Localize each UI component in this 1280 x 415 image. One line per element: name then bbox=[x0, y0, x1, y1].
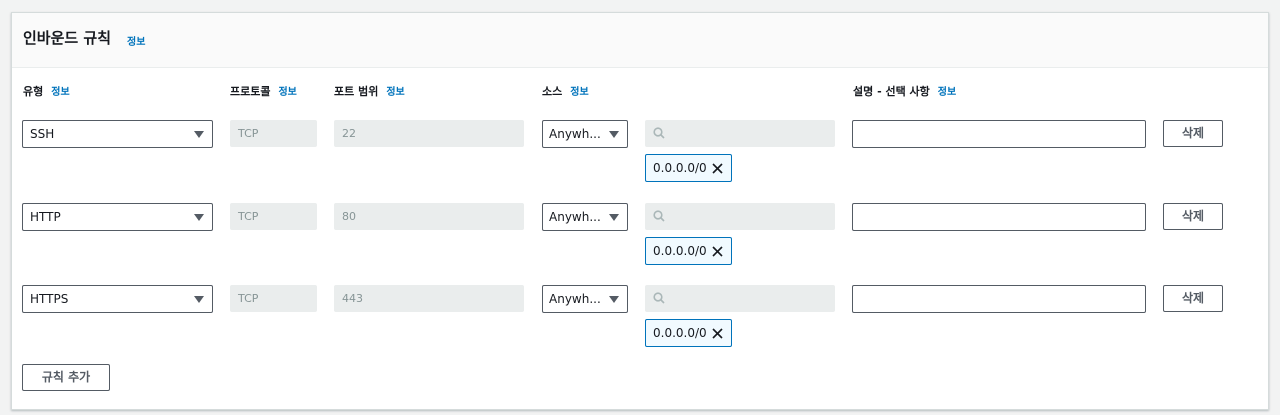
delete-button[interactable]: 삭제 bbox=[1163, 203, 1223, 230]
search-icon bbox=[653, 292, 665, 304]
description-input[interactable] bbox=[852, 120, 1146, 148]
type-select[interactable]: HTTP bbox=[22, 203, 213, 231]
close-icon[interactable] bbox=[712, 246, 723, 257]
column-header-source: 소스 정보 bbox=[542, 83, 589, 99]
add-rule-button[interactable]: 규칙 추가 bbox=[22, 364, 110, 391]
search-icon bbox=[653, 127, 665, 139]
caret-down-icon bbox=[194, 131, 204, 138]
cidr-search-input[interactable] bbox=[645, 120, 835, 147]
port-range-info-link[interactable]: 정보 bbox=[386, 87, 404, 98]
close-icon[interactable] bbox=[712, 328, 723, 339]
source-select[interactable]: Anywh... bbox=[542, 120, 628, 148]
port-range-field: 22 bbox=[334, 120, 524, 147]
source-select-value: Anywh... bbox=[549, 210, 601, 224]
caret-down-icon bbox=[609, 214, 619, 221]
column-label-source: 소스 bbox=[542, 85, 563, 98]
column-label-type: 유형 bbox=[23, 85, 44, 98]
protocol-field: TCP bbox=[230, 203, 317, 230]
type-select[interactable]: HTTPS bbox=[22, 285, 213, 313]
panel-title: 인바운드 규칙 bbox=[23, 29, 112, 47]
column-header-type: 유형 정보 bbox=[23, 83, 70, 99]
caret-down-icon bbox=[609, 296, 619, 303]
description-input[interactable] bbox=[852, 285, 1146, 313]
type-select-value: HTTP bbox=[30, 210, 61, 224]
column-label-protocol: 프로토콜 bbox=[230, 85, 271, 98]
caret-down-icon bbox=[609, 131, 619, 138]
caret-down-icon bbox=[194, 296, 204, 303]
column-header-protocol: 프로토콜 정보 bbox=[230, 83, 297, 99]
source-select[interactable]: Anywh... bbox=[542, 203, 628, 231]
cidr-search-input[interactable] bbox=[645, 285, 835, 312]
type-select-value: SSH bbox=[30, 127, 55, 141]
cidr-token-label: 0.0.0.0/0 bbox=[653, 161, 707, 175]
source-select[interactable]: Anywh... bbox=[542, 285, 628, 313]
description-input[interactable] bbox=[852, 203, 1146, 231]
type-select-value: HTTPS bbox=[30, 292, 69, 306]
delete-button[interactable]: 삭제 bbox=[1163, 120, 1223, 147]
cidr-search-input[interactable] bbox=[645, 203, 835, 230]
protocol-field: TCP bbox=[230, 285, 317, 312]
protocol-field: TCP bbox=[230, 120, 317, 147]
close-icon[interactable] bbox=[712, 163, 723, 174]
source-info-link[interactable]: 정보 bbox=[570, 87, 588, 98]
cidr-token: 0.0.0.0/0 bbox=[645, 237, 732, 265]
cidr-token: 0.0.0.0/0 bbox=[645, 319, 732, 347]
cidr-token-label: 0.0.0.0/0 bbox=[653, 326, 707, 340]
inbound-rules-panel: 인바운드 규칙 정보 유형 정보 프로토콜 정보 포트 범위 정보 소스 정보 설명 -… bbox=[11, 12, 1269, 410]
title-info-link[interactable]: 정보 bbox=[127, 33, 145, 48]
port-range-field: 443 bbox=[334, 285, 524, 312]
cidr-token: 0.0.0.0/0 bbox=[645, 154, 732, 182]
delete-button[interactable]: 삭제 bbox=[1163, 285, 1223, 312]
type-info-link[interactable]: 정보 bbox=[51, 87, 69, 98]
source-select-value: Anywh... bbox=[549, 292, 601, 306]
column-label-port-range: 포트 범위 bbox=[334, 85, 379, 98]
port-range-field: 80 bbox=[334, 203, 524, 230]
description-info-link[interactable]: 정보 bbox=[938, 87, 956, 98]
column-header-description: 설명 - 선택 사항 정보 bbox=[853, 83, 956, 99]
column-label-description: 설명 - 선택 사항 bbox=[853, 85, 930, 98]
source-select-value: Anywh... bbox=[549, 127, 601, 141]
search-icon bbox=[653, 210, 665, 222]
type-select[interactable]: SSH bbox=[22, 120, 213, 148]
cidr-token-label: 0.0.0.0/0 bbox=[653, 244, 707, 258]
panel-header: 인바운드 규칙 정보 bbox=[12, 13, 1268, 68]
column-header-port-range: 포트 범위 정보 bbox=[334, 83, 405, 99]
protocol-info-link[interactable]: 정보 bbox=[278, 87, 296, 98]
caret-down-icon bbox=[194, 214, 204, 221]
